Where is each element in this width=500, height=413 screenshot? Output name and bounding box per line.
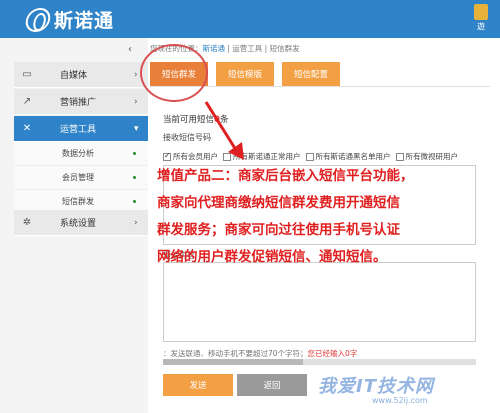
watermark-url: www.52ij.com [372,396,428,405]
watermark: 我爱IT技术网 [318,376,434,397]
annotation-text: 增值产品二：商家后台嵌入短信平台功能， 商家向代理商缴纳短信群发费用开通短信 群… [157,163,477,271]
annotation-line: 群发服务；商家可向过往使用手机号认证 [157,222,400,238]
annotation-line: 商家向代理商缴纳短信群发费用开通短信 [157,195,400,211]
annotation-line: 网络的用户群发促销短信、通知短信。 [157,249,387,265]
annotation-line: 增值产品二：商家后台嵌入短信平台功能， [157,168,414,184]
